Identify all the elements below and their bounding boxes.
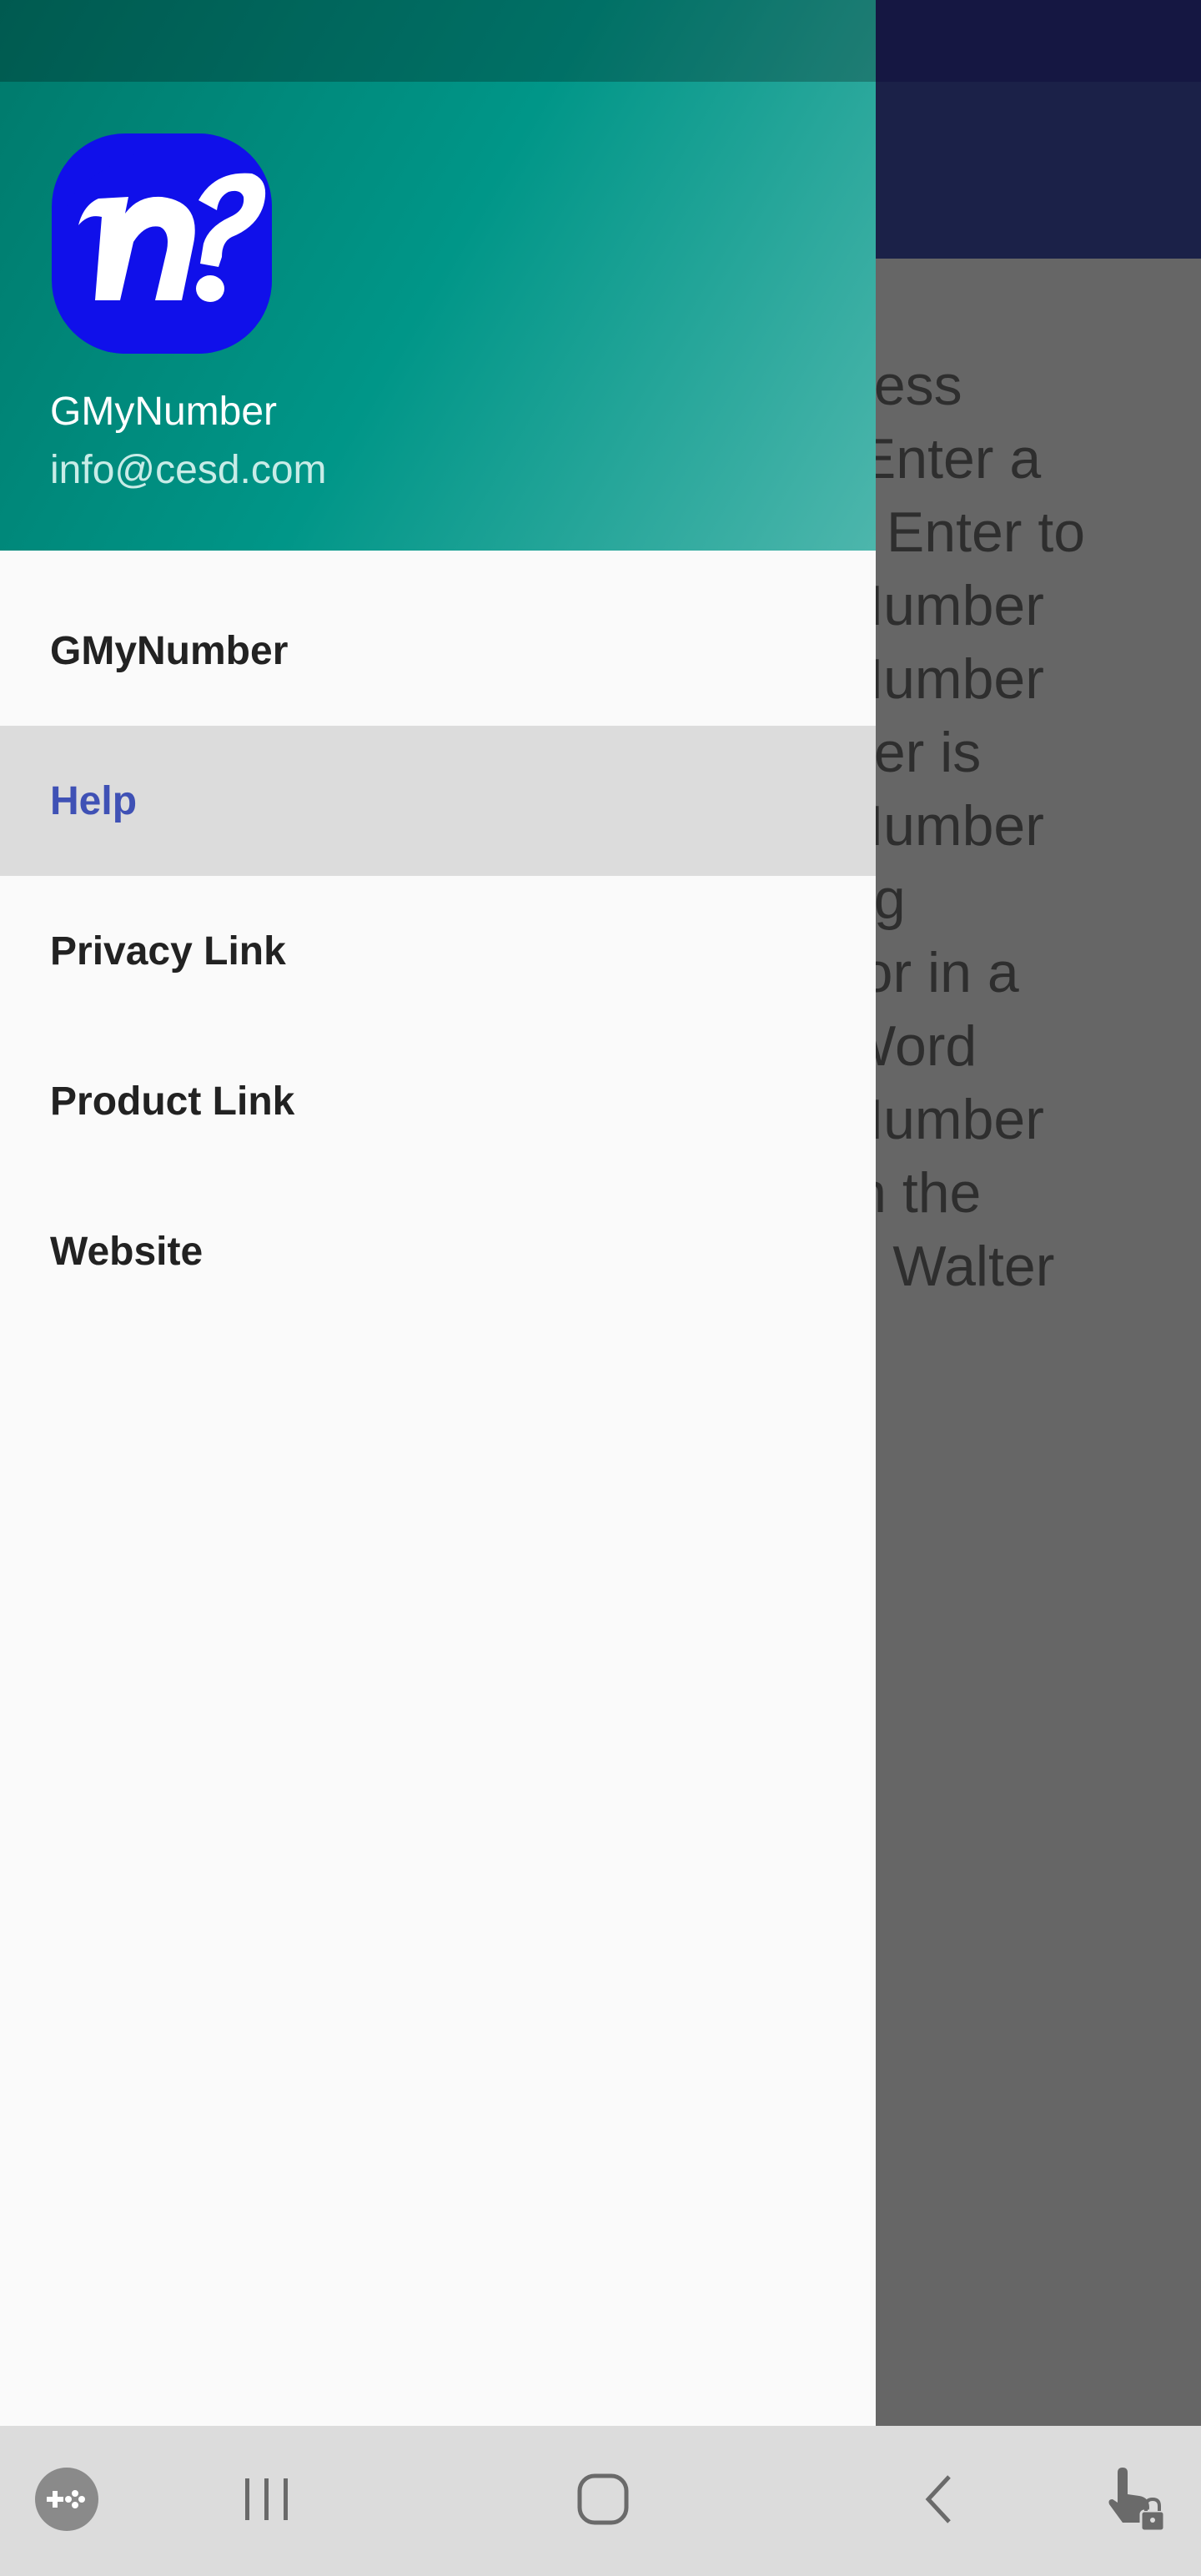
home-button[interactable] xyxy=(536,2426,670,2576)
drawer-email: info@cesd.com xyxy=(50,448,327,492)
app-logo-icon xyxy=(52,133,272,354)
menu-item-privacy-link[interactable]: Privacy Link xyxy=(0,876,876,1026)
home-icon xyxy=(574,2470,632,2533)
help-text-line: Number xyxy=(842,574,1044,637)
help-text-line: s Enter to xyxy=(842,501,1086,564)
help-text-line: uess xyxy=(842,354,962,417)
help-text-line: Number xyxy=(842,794,1044,858)
help-text-line: .Enter a xyxy=(842,427,1042,491)
menu-item-gmynumber[interactable]: GMyNumber xyxy=(0,576,876,726)
touch-lock-icon xyxy=(1099,2464,1169,2538)
help-text-line: Number xyxy=(842,1088,1044,1151)
status-bar xyxy=(0,0,876,82)
drawer-app-name: GMyNumber xyxy=(50,390,278,434)
menu-item-website[interactable]: Website xyxy=(0,1176,876,1326)
touch-lock-button[interactable] xyxy=(1068,2426,1201,2576)
help-text-line: (or in a xyxy=(842,941,1019,1004)
help-text-line: in the xyxy=(842,1161,982,1225)
back-button[interactable] xyxy=(874,2426,1008,2576)
help-text-line: Number xyxy=(842,647,1044,711)
navigation-drawer: GMyNumber info@cesd.com GMyNumber Help P… xyxy=(0,0,876,2426)
help-text-line: r: Walter xyxy=(842,1235,1055,1298)
background-help-text: uess .Enter a s Enter to Number Number b… xyxy=(842,349,1193,1303)
help-text-line: ber is xyxy=(842,721,982,784)
recent-apps-icon xyxy=(238,2470,296,2533)
recent-apps-button[interactable] xyxy=(200,2426,334,2576)
menu-item-help[interactable]: Help xyxy=(0,726,876,876)
drawer-header: GMyNumber info@cesd.com xyxy=(0,0,876,551)
game-launcher-button[interactable] xyxy=(0,2426,133,2576)
system-navigation-bar xyxy=(0,2426,1201,2576)
back-icon xyxy=(912,2470,970,2533)
drawer-menu: GMyNumber Help Privacy Link Product Link… xyxy=(0,576,876,1326)
menu-item-product-link[interactable]: Product Link xyxy=(0,1026,876,1176)
help-text-line: ng xyxy=(842,863,1193,936)
game-launcher-icon xyxy=(35,2467,98,2535)
help-text-line: Word xyxy=(842,1014,977,1078)
